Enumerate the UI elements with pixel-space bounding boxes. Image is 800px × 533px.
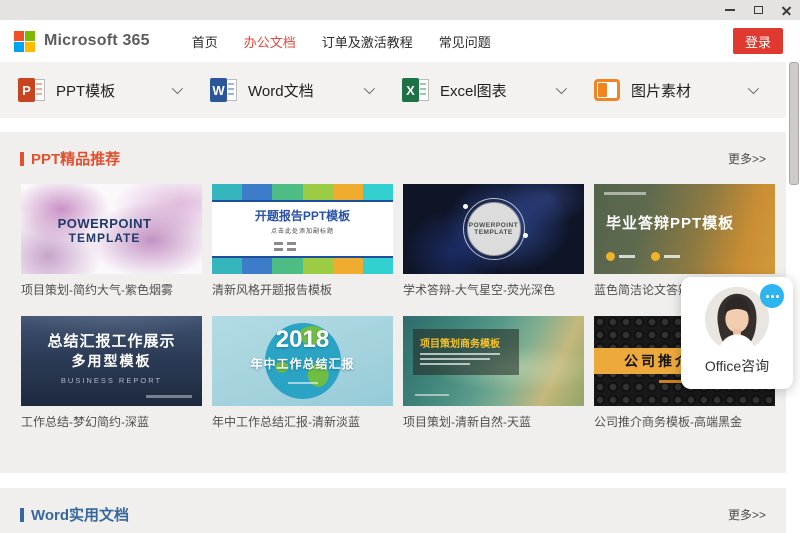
microsoft-logo-icon xyxy=(14,31,35,52)
nav-item-home[interactable]: 首页 xyxy=(192,32,218,51)
ppt-section-header: PPT精品推荐 更多>> xyxy=(0,132,786,169)
section-accent-bar xyxy=(20,152,24,166)
template-caption[interactable]: 项目策划-清新自然-天蓝 xyxy=(403,413,584,430)
thumb-tagline: BUSINESS REPORT xyxy=(21,376,202,385)
category-label: Excel图表 xyxy=(440,80,507,101)
template-caption[interactable]: 清新风格开题报告模板 xyxy=(212,281,393,298)
image-icon xyxy=(594,79,620,101)
word-section-panel: Word实用文档 更多>> xyxy=(0,488,786,533)
template-caption[interactable]: 年中工作总结汇报-清新淡蓝 xyxy=(212,413,393,430)
template-row-2: 总结汇报工作展示 多用型模板 BUSINESS REPORT 工作总结-梦幻简约… xyxy=(0,316,786,430)
chat-bubble-icon xyxy=(760,284,784,308)
brand-name: Microsoft 365 xyxy=(44,32,150,50)
more-link[interactable]: 更多>> xyxy=(728,506,766,523)
category-excel[interactable]: X Excel图表 xyxy=(402,78,594,102)
thumb-subtitle: 多用型模板 xyxy=(21,351,202,371)
excel-icon: X xyxy=(402,78,429,102)
template-card-stripes[interactable]: 开题报告PPT模板 点击此处添加副标题 清新风格开题报告模板 xyxy=(212,184,393,298)
category-images[interactable]: 图片素材 xyxy=(594,79,786,101)
category-bar: P PPT模板 W Word文档 X Excel图表 图片素材 xyxy=(0,62,786,118)
chevron-down-icon[interactable] xyxy=(748,83,759,94)
powerpoint-icon: P xyxy=(18,78,45,102)
thumb-title: POWERPOINT xyxy=(21,216,188,231)
minimize-icon xyxy=(725,9,735,11)
nav-item-faq[interactable]: 常见问题 xyxy=(439,32,491,51)
template-card-nature[interactable]: 项目策划商务模板 项目策划-清新自然-天蓝 xyxy=(403,316,584,430)
template-card-purple-smoke[interactable]: POWERPOINT TEMPLATE 项目策划-简约大气-紫色烟雾 xyxy=(21,184,202,298)
category-label: Word文档 xyxy=(248,80,314,101)
category-label: 图片素材 xyxy=(631,80,691,101)
nav-item-office-docs[interactable]: 办公文档 xyxy=(244,32,296,51)
chevron-down-icon[interactable] xyxy=(172,83,183,94)
template-caption[interactable]: 项目策划-简约大气-紫色烟雾 xyxy=(21,281,202,298)
category-ppt[interactable]: P PPT模板 xyxy=(18,78,210,102)
brand: Microsoft 365 xyxy=(14,31,150,52)
thumb-year: 2018 xyxy=(212,326,393,354)
template-thumbnail[interactable]: 总结汇报工作展示 多用型模板 BUSINESS REPORT xyxy=(21,316,202,406)
minimize-button[interactable] xyxy=(716,0,744,20)
login-button[interactable]: 登录 xyxy=(733,28,783,54)
template-caption[interactable]: 工作总结-梦幻简约-深蓝 xyxy=(21,413,202,430)
window-titlebar xyxy=(0,0,800,20)
nav-item-orders[interactable]: 订单及激活教程 xyxy=(322,32,413,51)
word-section-header: Word实用文档 更多>> xyxy=(0,488,786,525)
maximize-button[interactable] xyxy=(744,0,772,20)
thumb-title: POWERPOINT xyxy=(469,222,518,229)
ppt-section-panel: PPT精品推荐 更多>> POWERPOINT TEMPLATE 项目策划-简约… xyxy=(0,132,786,473)
template-thumbnail[interactable]: 2018 年中工作总结汇报 xyxy=(212,316,393,406)
template-thumbnail[interactable]: POWERPOINT TEMPLATE xyxy=(21,184,202,274)
template-thumbnail[interactable]: 毕业答辩PPT模板 xyxy=(594,184,775,274)
template-row-1: POWERPOINT TEMPLATE 项目策划-简约大气-紫色烟雾 开题报告P… xyxy=(0,184,786,298)
close-button[interactable] xyxy=(772,0,800,20)
thumb-subtitle: TEMPLATE xyxy=(474,229,513,236)
template-thumbnail[interactable]: 项目策划商务模板 xyxy=(403,316,584,406)
template-card-dark-blue[interactable]: 总结汇报工作展示 多用型模板 BUSINESS REPORT 工作总结-梦幻简约… xyxy=(21,316,202,430)
chat-widget-label: Office咨询 xyxy=(705,356,769,376)
maximize-icon xyxy=(754,6,763,14)
word-icon: W xyxy=(210,78,237,102)
template-card-globe-2018[interactable]: 2018 年中工作总结汇报 年中工作总结汇报-清新淡蓝 xyxy=(212,316,393,430)
app-header: Microsoft 365 首页 办公文档 订单及激活教程 常见问题 登录 xyxy=(0,20,800,62)
main-nav: 首页 办公文档 订单及激活教程 常见问题 xyxy=(192,32,491,51)
vertical-scrollbar-thumb[interactable] xyxy=(789,62,799,185)
thumb-title: 毕业答辩PPT模板 xyxy=(606,212,734,233)
section-title: PPT精品推荐 xyxy=(31,148,120,169)
chevron-down-icon[interactable] xyxy=(364,83,375,94)
thumb-title: 年中工作总结汇报 xyxy=(212,355,393,372)
template-thumbnail[interactable]: POWERPOINT TEMPLATE xyxy=(403,184,584,274)
section-accent-bar xyxy=(20,508,24,522)
thumb-title: 开题报告PPT模板 xyxy=(212,207,393,224)
template-caption[interactable]: 学术答辩-大气星空-荧光深色 xyxy=(403,281,584,298)
office-chat-widget[interactable]: Office咨询 xyxy=(681,277,793,389)
section-title: Word实用文档 xyxy=(31,504,129,525)
chevron-down-icon[interactable] xyxy=(556,83,567,94)
thumb-title: 项目策划商务模板 xyxy=(420,335,512,350)
thumb-subtitle: TEMPLATE xyxy=(21,231,188,245)
thumb-subtitle: 点击此处添加副标题 xyxy=(212,226,393,235)
template-caption[interactable]: 公司推介商务模板-高端黑金 xyxy=(594,413,775,430)
template-thumbnail[interactable]: 开题报告PPT模板 点击此处添加副标题 xyxy=(212,184,393,274)
category-label: PPT模板 xyxy=(56,80,115,101)
template-card-starry[interactable]: POWERPOINT TEMPLATE 学术答辩-大气星空-荧光深色 xyxy=(403,184,584,298)
category-word[interactable]: W Word文档 xyxy=(210,78,402,102)
more-link[interactable]: 更多>> xyxy=(728,150,766,167)
close-icon xyxy=(781,5,792,16)
thumb-title: 总结汇报工作展示 xyxy=(21,330,202,351)
